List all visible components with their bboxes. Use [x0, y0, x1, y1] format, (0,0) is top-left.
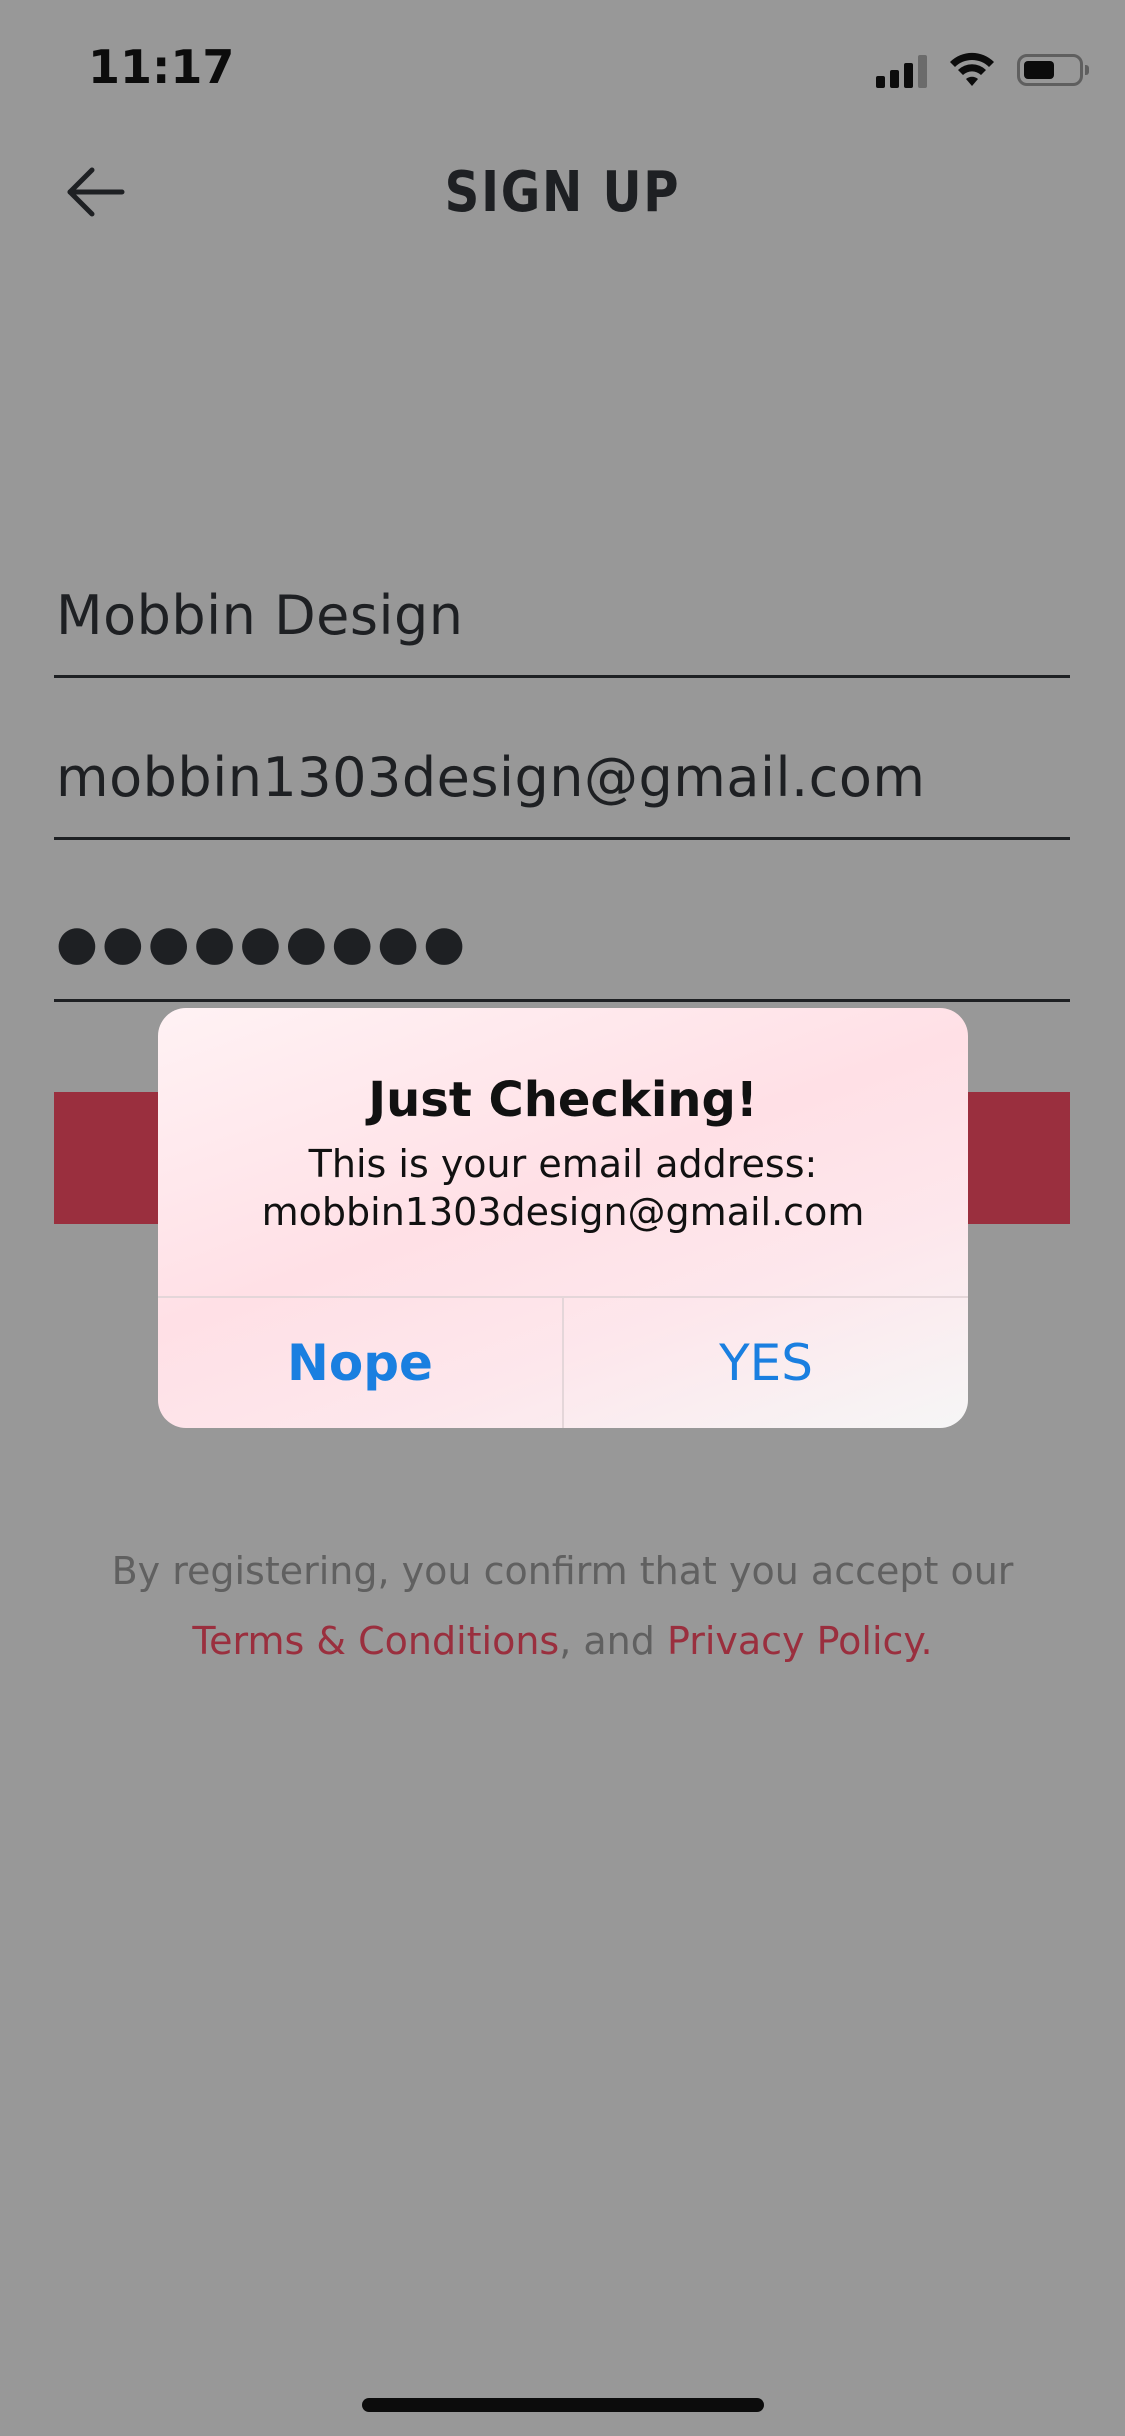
- email-field-value: mobbin1303design@gmail.com: [56, 746, 926, 809]
- terms-separator: , and: [559, 1619, 667, 1663]
- terms-notice-line: By registering, you confirm that you acc…: [111, 1549, 1014, 1593]
- terms-conditions-link[interactable]: Terms & Conditions: [192, 1619, 559, 1663]
- alert-title: Just Checking!: [368, 1072, 758, 1128]
- alert-email: mobbin1303design@gmail.com: [261, 1190, 865, 1234]
- confirm-email-alert: Just Checking! This is your email addres…: [158, 1008, 968, 1428]
- yes-button[interactable]: YES: [564, 1298, 968, 1428]
- home-indicator[interactable]: [362, 2398, 764, 2412]
- privacy-policy-link[interactable]: Privacy Policy: [667, 1619, 921, 1663]
- email-field[interactable]: mobbin1303design@gmail.com: [54, 730, 1070, 840]
- terms-period: .: [920, 1619, 933, 1663]
- status-bar: 11:17: [0, 0, 1125, 130]
- alert-message: This is your email address: mobbin1303de…: [158, 1140, 968, 1236]
- status-icons: [876, 48, 1089, 88]
- status-time: 11:17: [88, 40, 235, 94]
- battery-icon: [1017, 54, 1089, 86]
- nope-button[interactable]: Nope: [158, 1298, 562, 1428]
- page-title: SIGN UP: [444, 160, 681, 225]
- name-field-value: Mobbin Design: [56, 584, 464, 647]
- terms-notice: By registering, you confirm that you acc…: [0, 1536, 1125, 1676]
- terms-links-line: Terms & Conditions, and Privacy Policy.: [0, 1606, 1125, 1676]
- alert-message-line: This is your email address:: [308, 1142, 818, 1186]
- name-field[interactable]: Mobbin Design: [54, 568, 1070, 678]
- wifi-icon: [950, 52, 994, 86]
- signal-icon: [876, 54, 927, 88]
- password-field-value: ●●●●●●●●●: [56, 915, 469, 971]
- password-field[interactable]: ●●●●●●●●●: [54, 892, 1070, 1002]
